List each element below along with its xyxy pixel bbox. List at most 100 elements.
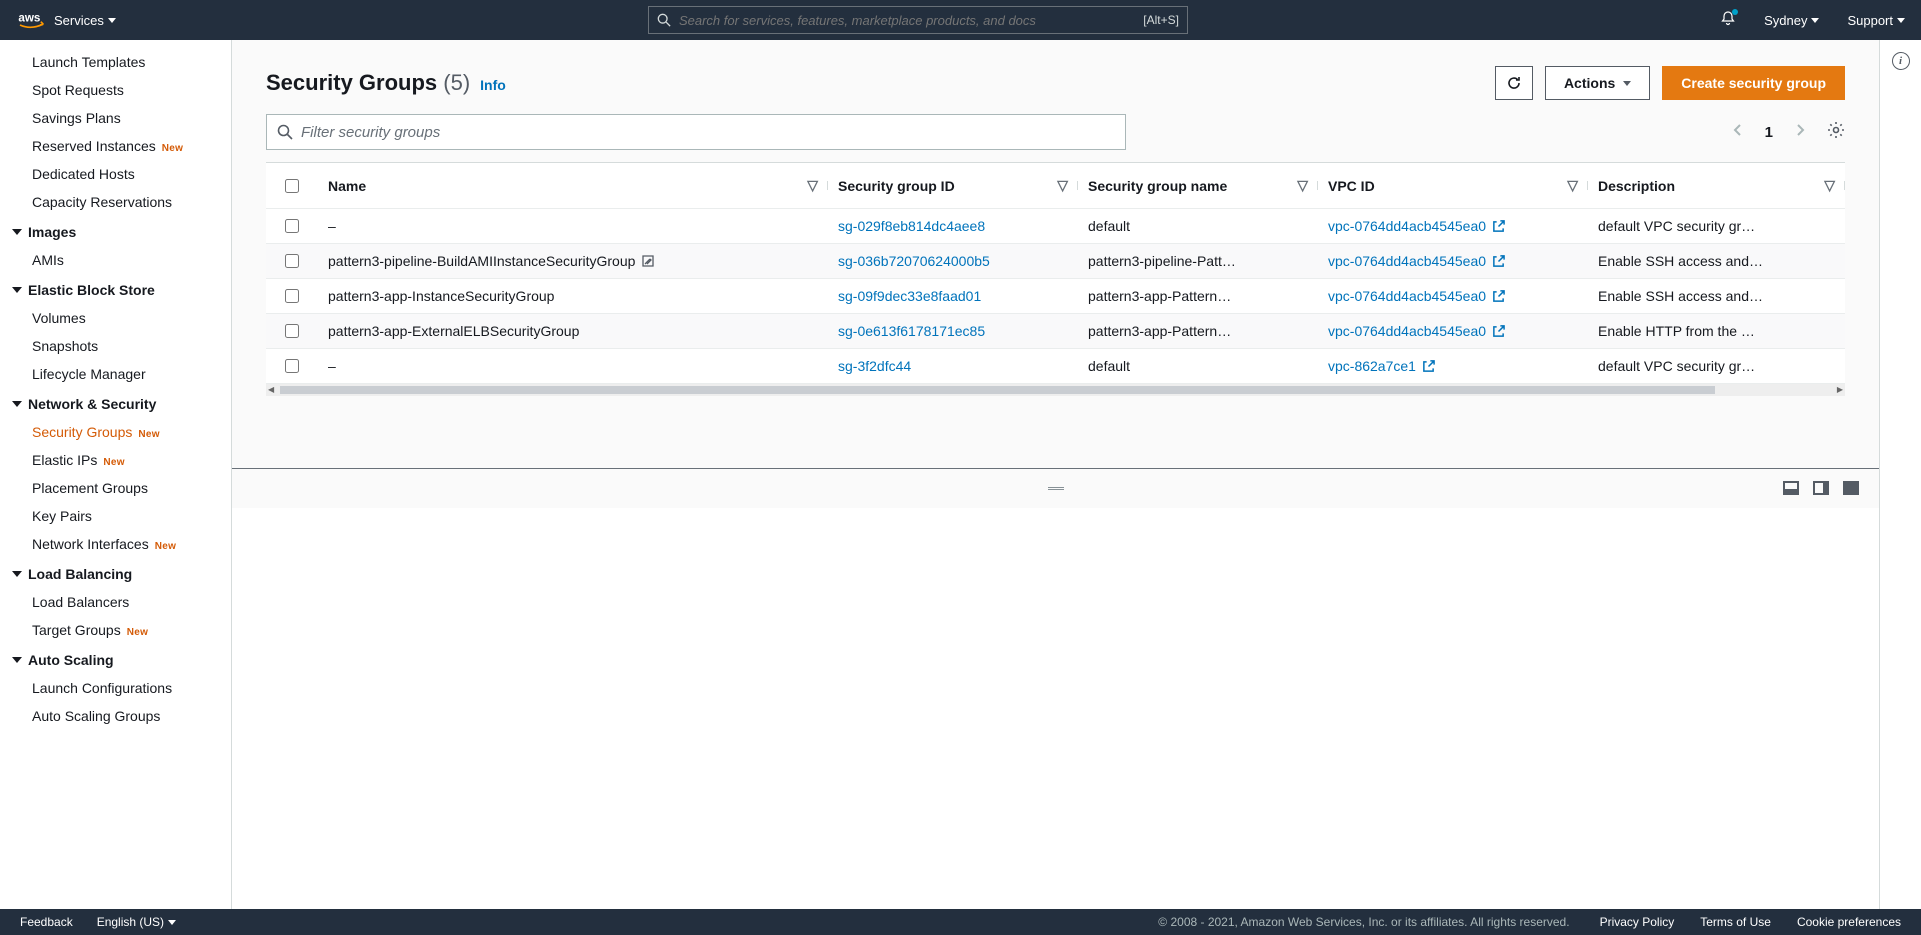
filter-input[interactable]: [301, 124, 1115, 141]
caret-down-icon: [108, 18, 116, 23]
triangle-down-icon: [12, 401, 22, 407]
prev-page-button[interactable]: [1733, 123, 1743, 142]
global-search-input[interactable]: [679, 13, 1135, 28]
panel-side-button[interactable]: [1813, 481, 1829, 495]
sidebar-item-label: Placement Groups: [32, 480, 148, 496]
sort-icon: ▽: [1297, 177, 1308, 194]
privacy-link[interactable]: Privacy Policy: [1600, 915, 1675, 929]
sgid-link[interactable]: sg-029f8eb814dc4aee8: [838, 218, 985, 234]
create-security-group-button[interactable]: Create security group: [1662, 66, 1845, 100]
sidebar-item[interactable]: Dedicated Hosts: [0, 160, 231, 188]
notifications-button[interactable]: [1720, 11, 1736, 30]
sidebar-item[interactable]: Spot Requests: [0, 76, 231, 104]
sgid-link[interactable]: sg-09f9dec33e8faad01: [838, 288, 981, 304]
row-checkbox[interactable]: [285, 359, 299, 373]
next-page-button[interactable]: [1795, 123, 1805, 142]
panel-full-button[interactable]: [1843, 481, 1859, 495]
sort-icon: ▽: [1057, 177, 1068, 194]
col-header-sgname[interactable]: Security group name▽: [1078, 177, 1318, 194]
sidebar-item[interactable]: Launch Templates: [0, 48, 231, 76]
region-selector[interactable]: Sydney: [1764, 13, 1819, 28]
sgid-link[interactable]: sg-036b72070624000b5: [838, 253, 990, 269]
sidebar-item-label: Reserved Instances: [32, 138, 156, 154]
sidebar-item[interactable]: Elastic IPsNew: [0, 446, 231, 474]
sgid-link[interactable]: sg-0e613f6178171ec85: [838, 323, 985, 339]
edit-icon[interactable]: [641, 254, 655, 268]
info-link[interactable]: Info: [480, 77, 506, 93]
sidebar-item[interactable]: Load Balancers: [0, 588, 231, 616]
scrollbar-thumb[interactable]: [280, 386, 1715, 394]
sidebar-section-header[interactable]: Load Balancing: [0, 558, 231, 588]
sidebar-item-label: Capacity Reservations: [32, 194, 172, 210]
vpc-link[interactable]: vpc-862a7ce1: [1328, 358, 1416, 374]
vpc-link[interactable]: vpc-0764dd4acb4545ea0: [1328, 323, 1486, 339]
table-row[interactable]: –sg-3f2dfc44defaultvpc-862a7ce1 default …: [266, 349, 1845, 384]
table-settings-button[interactable]: [1827, 121, 1845, 144]
feedback-link[interactable]: Feedback: [20, 915, 73, 929]
support-menu[interactable]: Support: [1847, 13, 1905, 28]
vpc-link[interactable]: vpc-0764dd4acb4545ea0: [1328, 253, 1486, 269]
chevron-right-icon: [1795, 123, 1805, 137]
horizontal-scrollbar[interactable]: ◀ ▶: [266, 384, 1845, 396]
sidebar-item[interactable]: Lifecycle Manager: [0, 360, 231, 388]
sidebar-item[interactable]: Savings Plans: [0, 104, 231, 132]
sort-icon: ▽: [1567, 177, 1578, 194]
select-all-checkbox[interactable]: [285, 179, 299, 193]
sidebar-section-header[interactable]: Auto Scaling: [0, 644, 231, 674]
sidebar-section-header[interactable]: Images: [0, 216, 231, 246]
refresh-button[interactable]: [1495, 66, 1533, 100]
cell-sgid: sg-029f8eb814dc4aee8: [828, 218, 1078, 234]
sidebar-item[interactable]: Key Pairs: [0, 502, 231, 530]
sidebar-item[interactable]: Reserved InstancesNew: [0, 132, 231, 160]
page-title: Security Groups (5): [266, 70, 470, 96]
notification-dot-icon: [1732, 9, 1738, 15]
vpc-link[interactable]: vpc-0764dd4acb4545ea0: [1328, 288, 1486, 304]
sidebar-item[interactable]: Capacity Reservations: [0, 188, 231, 216]
services-menu[interactable]: Services: [54, 13, 116, 28]
col-header-sgid[interactable]: Security group ID▽: [828, 177, 1078, 194]
global-search[interactable]: [Alt+S]: [648, 6, 1188, 34]
cell-sgname: pattern3-app-Pattern…: [1078, 323, 1318, 339]
sidebar-item-label: Snapshots: [32, 338, 98, 354]
sidebar-item-label: Network Interfaces: [32, 536, 149, 552]
col-header-desc[interactable]: Description▽: [1588, 177, 1845, 194]
table-row[interactable]: pattern3-pipeline-BuildAMIInstanceSecuri…: [266, 244, 1845, 279]
panel-bottom-button[interactable]: [1783, 481, 1799, 495]
sidebar-item[interactable]: Placement Groups: [0, 474, 231, 502]
col-header-name[interactable]: Name▽: [318, 177, 828, 194]
info-icon[interactable]: i: [1892, 52, 1910, 70]
sidebar-item[interactable]: Launch Configurations: [0, 674, 231, 702]
row-checkbox[interactable]: [285, 324, 299, 338]
sidebar-item[interactable]: Volumes: [0, 304, 231, 332]
sidebar-item[interactable]: Network InterfacesNew: [0, 530, 231, 558]
vpc-link[interactable]: vpc-0764dd4acb4545ea0: [1328, 218, 1486, 234]
sidebar[interactable]: Launch TemplatesSpot Requests Savings Pla…: [0, 40, 232, 909]
sidebar-item[interactable]: AMIs: [0, 246, 231, 274]
row-checkbox[interactable]: [285, 254, 299, 268]
support-label: Support: [1847, 13, 1893, 28]
sgid-link[interactable]: sg-3f2dfc44: [838, 358, 911, 374]
sort-icon: ▽: [807, 177, 818, 194]
row-checkbox[interactable]: [285, 219, 299, 233]
sidebar-section-header[interactable]: Elastic Block Store: [0, 274, 231, 304]
terms-link[interactable]: Terms of Use: [1700, 915, 1771, 929]
language-selector[interactable]: English (US): [97, 915, 176, 929]
row-checkbox[interactable]: [285, 289, 299, 303]
sidebar-item[interactable]: Snapshots: [0, 332, 231, 360]
cookie-link[interactable]: Cookie preferences: [1797, 915, 1901, 929]
sidebar-item[interactable]: Target GroupsNew: [0, 616, 231, 644]
drag-handle-icon: [1048, 487, 1064, 490]
sidebar-item-label: Savings Plans: [32, 110, 121, 126]
split-panel-bar[interactable]: [232, 468, 1879, 508]
sidebar-section-header[interactable]: Network & Security: [0, 388, 231, 418]
actions-button[interactable]: Actions: [1545, 66, 1650, 100]
sidebar-item[interactable]: Security GroupsNew: [0, 418, 231, 446]
sidebar-item[interactable]: Auto Scaling Groups: [0, 702, 231, 730]
table-row[interactable]: –sg-029f8eb814dc4aee8defaultvpc-0764dd4a…: [266, 209, 1845, 244]
table-row[interactable]: pattern3-app-InstanceSecurityGroupsg-09f…: [266, 279, 1845, 314]
table-row[interactable]: pattern3-app-ExternalELBSecurityGroupsg-…: [266, 314, 1845, 349]
filter-input-wrap[interactable]: [266, 114, 1126, 150]
table-header-row: Name▽ Security group ID▽ Security group …: [266, 163, 1845, 209]
col-header-vpc[interactable]: VPC ID▽: [1318, 177, 1588, 194]
aws-logo[interactable]: aws: [16, 10, 54, 30]
